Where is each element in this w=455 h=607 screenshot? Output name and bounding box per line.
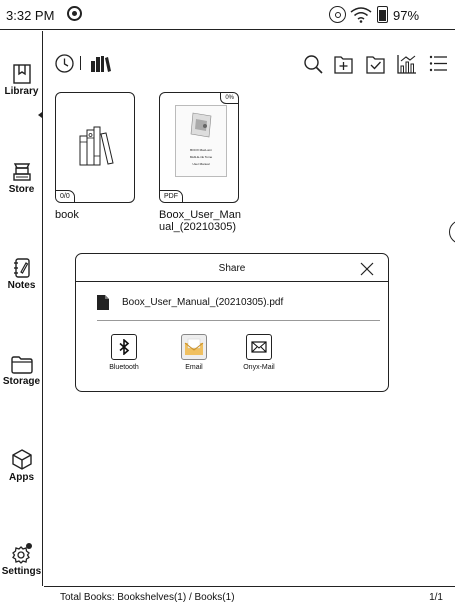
total-books-text: Total Books: Bookshelves(1) / Books(1) — [60, 592, 235, 603]
cover-title: BOOX MaxLumi — [190, 148, 212, 152]
sidebar-item-label: Settings — [1, 566, 42, 577]
toolbar-divider — [80, 56, 81, 70]
store-icon — [12, 163, 31, 181]
library-icon — [12, 64, 31, 84]
bluetooth-icon — [119, 339, 130, 355]
dialog-divider — [76, 281, 388, 282]
cover-line: User Manual — [192, 162, 210, 166]
notes-icon — [13, 258, 30, 278]
sidebar-item-settings[interactable]: Settings — [0, 542, 43, 577]
close-icon[interactable] — [358, 260, 376, 278]
sidebar-item-label: Storage — [2, 376, 41, 387]
floating-button-edge[interactable] — [449, 220, 455, 244]
bookshelf-icon[interactable] — [90, 55, 112, 73]
search-icon[interactable] — [303, 54, 323, 74]
cover-page: BOOX MaxLumi Multi-E-ink Tome User Manua… — [175, 105, 227, 177]
onyx-mail-icon — [251, 341, 267, 353]
sidebar-item-label: Apps — [9, 472, 34, 483]
dialog-divider — [97, 320, 380, 321]
file-format-badge: PDF — [160, 190, 183, 202]
storage-icon — [10, 356, 33, 374]
footer-bar: Total Books: Bookshelves(1) / Books(1) 1… — [44, 586, 455, 607]
share-option-onyx-mail[interactable]: Onyx-Mail — [237, 334, 281, 371]
share-option-label: Onyx-Mail — [243, 364, 275, 371]
file-icon — [97, 295, 109, 310]
sidebar-item-label: Library — [4, 86, 39, 97]
add-folder-icon[interactable] — [334, 54, 353, 74]
cover-subtitle: Multi-E-ink Tome — [189, 155, 213, 159]
notification-app-icon — [67, 6, 82, 21]
share-option-label: Email — [185, 364, 203, 371]
book-title-line2: ual_(20210305) — [159, 221, 237, 233]
statistics-icon[interactable] — [397, 54, 417, 74]
sidebar-item-notes[interactable]: Notes — [0, 258, 43, 291]
book-title-line1: Boox_User_Man — [159, 209, 241, 221]
share-dialog: Share Boox_User_Manual_(20210305).pdf Bl… — [75, 253, 389, 392]
sidebar: Library Store Notes Storage Apps Setting… — [0, 31, 43, 586]
select-icon[interactable] — [366, 54, 385, 74]
sidebar-item-library[interactable]: Library — [0, 64, 43, 97]
sidebar-item-label: Notes — [7, 280, 36, 291]
recent-icon[interactable] — [55, 54, 74, 73]
status-time: 3:32 PM — [6, 8, 55, 23]
share-option-bluetooth[interactable]: Bluetooth — [104, 334, 144, 371]
share-option-email[interactable]: Email — [174, 334, 214, 371]
bookshelf-cover[interactable]: 0/0 — [55, 92, 135, 203]
status-bar: 3:32 PM 97% — [0, 0, 455, 30]
share-option-label: Bluetooth — [109, 364, 139, 371]
apps-icon — [11, 449, 32, 470]
sidebar-item-storage[interactable]: Storage — [0, 356, 43, 387]
book-cover[interactable]: BOOX MaxLumi Multi-E-ink Tome User Manua… — [159, 92, 239, 203]
device-illustration-icon — [190, 112, 212, 138]
books-illustration-icon — [79, 126, 114, 166]
email-icon — [184, 338, 204, 355]
settings-icon — [11, 543, 32, 564]
book-count-badge: 0/0 — [56, 190, 75, 202]
share-file-name: Boox_User_Manual_(20210305).pdf — [122, 297, 284, 308]
battery-icon — [377, 6, 388, 23]
sidebar-item-apps[interactable]: Apps — [0, 449, 43, 483]
sync-icon — [329, 6, 346, 23]
book-title: book — [55, 209, 79, 221]
selected-indicator — [38, 112, 42, 118]
reading-progress-badge: 0% — [220, 93, 238, 104]
sidebar-item-label: Store — [8, 184, 35, 195]
battery-percent: 97% — [393, 8, 420, 23]
wifi-icon — [350, 7, 372, 23]
sidebar-item-store[interactable]: Store — [0, 162, 43, 195]
list-view-icon[interactable] — [429, 54, 448, 73]
page-indicator[interactable]: 1/1 — [429, 592, 443, 603]
dialog-title: Share — [218, 263, 246, 274]
